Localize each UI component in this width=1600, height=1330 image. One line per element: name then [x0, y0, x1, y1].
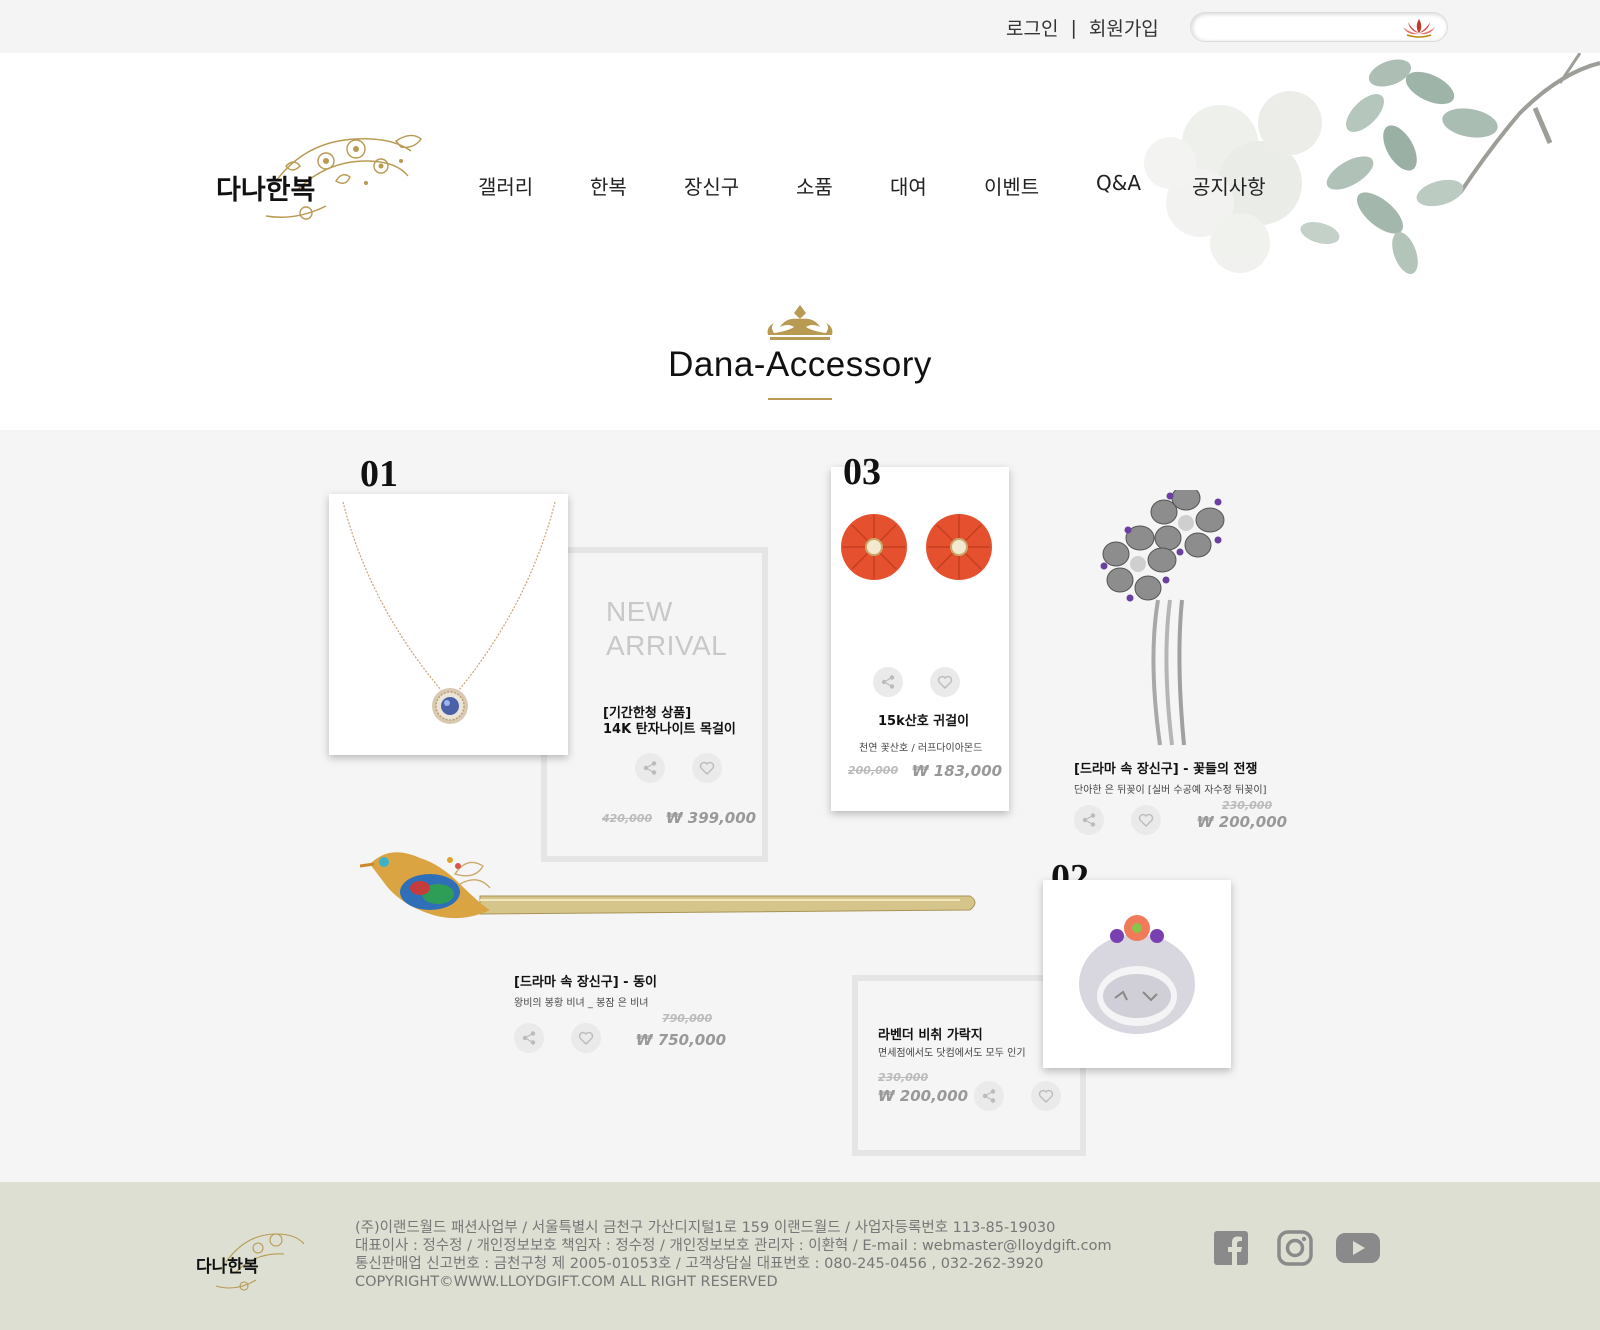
company-info: (주)이랜드월드 패션사업부 / 서울특별시 금천구 가산디지털1로 159 이… [355, 1219, 1112, 1291]
search-input[interactable] [1205, 17, 1395, 37]
login-link[interactable]: 로그인 [1006, 14, 1058, 41]
nav-item-notice[interactable]: 공지사항 [1192, 171, 1266, 200]
footer: 다나한복 (주)이랜드월드 패션사업부 / 서울특별시 금천구 가산디지털1로 … [0, 1182, 1600, 1330]
product-03-card[interactable] [831, 467, 1009, 811]
phoenix-hairpin-image[interactable] [360, 844, 985, 944]
nav-item-hanbok[interactable]: 한복 [590, 171, 627, 200]
logo-text: 다나한복 [216, 175, 315, 206]
phoenix-old-price: 790,000 [662, 1012, 713, 1025]
product-01-price: ₩ 399,000 [666, 809, 757, 827]
product-02-image-card[interactable] [1043, 880, 1231, 1068]
nav-item-event[interactable]: 이벤트 [984, 171, 1039, 200]
footer-logo-text: 다나한복 [196, 1257, 259, 1277]
product-01-name-line1: [기간한청 상품] [603, 706, 692, 721]
jade-ring-image [1079, 915, 1195, 1034]
copyright: COPYRIGHT©WWW.LLOYDGIFT.COM ALL RIGHT RE… [355, 1274, 778, 1290]
auth-links: 로그인 | 회원가입 [1006, 14, 1159, 41]
heart-icon[interactable] [930, 667, 960, 697]
header: 다나한복 갤러리 한복 장신구 소품 대여 이벤트 Q&A 공지사항 Dana-… [0, 53, 1600, 430]
title-underline [768, 398, 832, 400]
hairpin-flower-desc: 단아한 은 뒤꽂이 [실버 수공예 자수정 뒤꽂이] [1074, 785, 1267, 796]
product-01-image-card[interactable] [329, 494, 568, 755]
product-01-old-price: 420,000 [602, 812, 653, 825]
new-arrival-badge: NEW ARRIVAL [606, 595, 727, 663]
hairpin-flower-old-price: 230,000 [1222, 799, 1273, 812]
nav-item-rental[interactable]: 대여 [890, 171, 927, 200]
phoenix-desc: 왕비의 봉황 비녀 _ 봉잠 은 비녀 [514, 998, 649, 1009]
phoenix-price: ₩ 750,000 [636, 1031, 727, 1049]
hairpin-flower-price: ₩ 200,000 [1197, 813, 1288, 831]
nav-item-accessories[interactable]: 장신구 [684, 171, 739, 200]
necklace-image [342, 501, 556, 724]
company-info-line1: (주)이랜드월드 패션사업부 / 서울특별시 금천구 가산디지털1로 159 이… [355, 1220, 1056, 1236]
heart-icon[interactable] [571, 1023, 601, 1053]
share-icon[interactable] [514, 1023, 544, 1053]
heart-icon[interactable] [1131, 805, 1161, 835]
product-02-price: ₩ 200,000 [878, 1087, 969, 1105]
dana-hanbok-logo[interactable]: 다나한복 [216, 121, 426, 231]
gold-ornament-icon [767, 305, 833, 340]
footer-logo[interactable]: 다나한복 [196, 1222, 306, 1292]
coral-earrings-image [841, 514, 992, 580]
product-01-name[interactable]: [기간한청 상품] 14K 탄자나이트 목걸이 [603, 706, 736, 738]
share-icon[interactable] [873, 667, 903, 697]
nav-item-qna[interactable]: Q&A [1096, 171, 1141, 195]
instagram-icon[interactable] [1277, 1230, 1313, 1266]
nav-item-gallery[interactable]: 갤러리 [478, 171, 533, 200]
product-02-name[interactable]: 라벤더 비취 가락지 [878, 1024, 983, 1043]
silver-flower-hairpin-image[interactable] [1098, 490, 1228, 750]
share-icon[interactable] [1074, 805, 1104, 835]
section-title: Dana-Accessory [668, 345, 932, 384]
lotus-search-icon[interactable] [1401, 17, 1437, 39]
share-icon[interactable] [635, 753, 665, 783]
search-box [1190, 12, 1448, 42]
signup-link[interactable]: 회원가입 [1089, 14, 1159, 41]
product-02-old-price: 230,000 [878, 1071, 929, 1084]
product-number: 03 [843, 451, 881, 493]
youtube-icon[interactable] [1336, 1230, 1380, 1266]
heart-icon[interactable] [692, 753, 722, 783]
product-showcase [0, 430, 1600, 1182]
company-info-line2: 대표이사 : 정수정 / 개인정보보호 책임자 : 정수정 / 개인정보보호 관… [355, 1238, 1112, 1254]
product-number: 01 [360, 453, 398, 495]
share-icon[interactable] [974, 1081, 1004, 1111]
product-03-desc: 천연 꽃산호 / 러프다이아몬드 [859, 743, 983, 754]
product-01-name-line2: 14K 탄자나이트 목걸이 [603, 722, 736, 737]
hairpin-flower-name[interactable]: [드라마 속 장신구] - 꽃들의 전쟁 [1074, 758, 1257, 777]
product-02-desc: 면세점에서도 닷컴에서도 모두 인기 [878, 1048, 1026, 1059]
product-03-old-price: 200,000 [848, 764, 899, 777]
nav-item-props[interactable]: 소품 [796, 171, 833, 200]
phoenix-name[interactable]: [드라마 속 장신구] - 동이 [514, 971, 657, 990]
facebook-icon[interactable] [1214, 1230, 1249, 1266]
product-03-name[interactable]: 15k산호 귀걸이 [878, 710, 969, 729]
top-bar: 로그인 | 회원가입 [0, 0, 1600, 53]
new-arrival-line2: ARRIVAL [606, 630, 728, 661]
heart-icon[interactable] [1031, 1081, 1061, 1111]
auth-divider: | [1070, 16, 1077, 39]
product-03-price: ₩ 183,000 [912, 762, 1003, 780]
new-arrival-line1: NEW [606, 596, 673, 627]
company-info-line3: 통신판매업 신고번호 : 금천구청 제 2005-01053호 / 고객상담실 … [355, 1256, 1044, 1272]
